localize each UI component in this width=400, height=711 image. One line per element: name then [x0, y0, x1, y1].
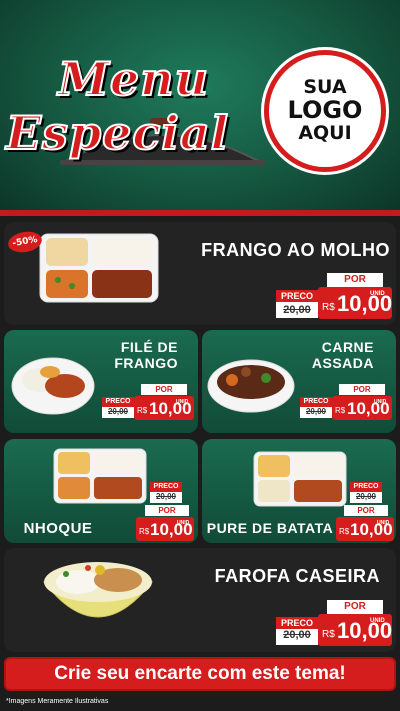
old-price: 20,00: [276, 304, 318, 318]
por-label: POR: [327, 600, 383, 614]
item-name: NHOQUE: [23, 520, 93, 537]
currency: R$: [137, 406, 148, 415]
preco-label: PRECO: [300, 397, 332, 407]
old-price: 20,00: [300, 407, 332, 418]
unit-label: UNID: [374, 399, 387, 405]
unit-label: UNID: [370, 618, 385, 624]
logo-line3: AQUI: [298, 121, 352, 144]
unit-label: UNID: [176, 399, 189, 405]
por-label: POR: [327, 273, 383, 287]
old-price: 20,00: [102, 407, 134, 418]
disclaimer-note: *Imagens Meramente Ilustrativas: [6, 698, 109, 705]
create-flyer-button[interactable]: Crie seu encarte com este tema!: [4, 657, 396, 691]
old-price-value: 20,00: [283, 629, 311, 641]
currency: R$: [322, 302, 335, 313]
unit-label: UNID: [370, 291, 385, 297]
old-price-value: 20,00: [155, 492, 177, 501]
preco-label: PRECO: [102, 397, 134, 407]
item-name: FRANGO AO MOLHO: [201, 240, 390, 260]
food-tray-image: [253, 451, 347, 507]
currency: R$: [322, 629, 335, 640]
preco-label: PRECO: [350, 482, 382, 492]
price-box: R$ 10,00 UNID: [134, 396, 194, 420]
item-name-line1: FILÉ DE: [120, 339, 178, 355]
por-label: POR: [339, 384, 385, 395]
logo-line2: LOGO: [287, 96, 363, 125]
item-name-line2: FRANGO: [114, 355, 178, 371]
price-box: R$ 10,00 UNID: [318, 614, 392, 646]
item-name: PURE DE BATATA: [206, 520, 334, 536]
item-name: FAROFA CASEIRA: [214, 566, 380, 586]
food-tray-image: [53, 448, 147, 504]
price-box: R$ 10,00 UNID: [336, 517, 394, 541]
header-divider: [0, 210, 400, 216]
item-name-line1: CARNE: [321, 339, 374, 355]
currency: R$: [139, 527, 150, 536]
food-tray-image: [39, 233, 159, 303]
old-price: 20,00: [150, 492, 182, 503]
old-price-value: 20,00: [355, 492, 377, 501]
preco-label: PRECO: [276, 617, 318, 629]
currency: R$: [335, 406, 346, 415]
price-box: R$ 10,00 UNID: [318, 287, 392, 319]
old-price-value: 20,00: [283, 304, 311, 316]
price-box: R$ 10,00 UNID: [332, 396, 392, 420]
currency: R$: [339, 527, 350, 536]
por-label: POR: [344, 505, 388, 516]
title-line2: Especial: [5, 105, 230, 161]
food-bowl-image: [11, 357, 95, 415]
old-price: 20,00: [350, 492, 382, 503]
unit-label: UNID: [377, 520, 390, 526]
food-bowl-image: [207, 359, 295, 413]
preco-label: PRECO: [276, 290, 318, 302]
price-box: R$ 10,00 UNID: [136, 517, 194, 541]
old-price-value: 20,00: [305, 407, 327, 416]
por-label: POR: [145, 505, 189, 516]
old-price: 20,00: [276, 629, 318, 645]
old-price-value: 20,00: [107, 407, 129, 416]
logo-placeholder: SUA LOGO AQUI: [264, 50, 386, 172]
logo-line1: SUA: [303, 76, 347, 99]
item-name-line2: ASSADA: [311, 355, 374, 371]
title-line1: Menu: [57, 51, 210, 107]
unit-label: UNID: [177, 520, 190, 526]
por-label: POR: [141, 384, 187, 395]
food-bowl-image: [42, 562, 154, 618]
preco-label: PRECO: [150, 482, 182, 492]
